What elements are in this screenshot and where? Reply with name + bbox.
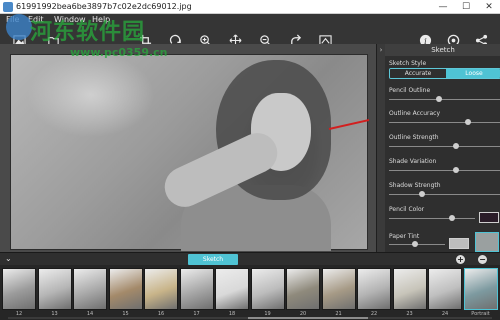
panel-collapse-button[interactable]: › [377, 44, 385, 252]
style-accurate-button[interactable]: Accurate [390, 69, 446, 78]
slider-thumb[interactable] [435, 96, 442, 102]
preset-thumbnail[interactable] [73, 268, 107, 310]
watermark-url: www.pc0359.cn [70, 46, 168, 59]
preset-thumbnail[interactable] [392, 268, 427, 310]
pencil-color-slider[interactable] [389, 215, 475, 221]
watermark-text: 河东软件园 [30, 20, 146, 45]
sketch-style-toggle: Accurate Loose [389, 68, 500, 79]
shadow-strength-slider[interactable] [389, 191, 500, 197]
add-preset-button[interactable]: + [456, 255, 465, 264]
panel-body: Sketch Style Accurate Loose Pencil Outli… [385, 44, 500, 252]
pencil-color-label: Pencil Color [389, 206, 425, 213]
maximize-button[interactable]: ☐ [455, 0, 477, 14]
preset-thumbnail[interactable] [215, 268, 249, 310]
shade-variation-slider[interactable] [389, 167, 500, 173]
preset-thumbnail[interactable] [144, 268, 178, 310]
remove-preset-button[interactable]: − [478, 255, 487, 264]
canvas-area[interactable] [0, 44, 376, 252]
sketch-style-label: Sketch Style [389, 60, 427, 67]
app-icon [3, 2, 13, 12]
pencil-outline-slider[interactable] [389, 96, 500, 102]
shade-variation-label: Shade Variation [389, 158, 437, 165]
pencil-outline-label: Pencil Outline [389, 87, 431, 94]
preset-thumbnail[interactable] [286, 268, 320, 310]
annotation-arrow [328, 118, 369, 130]
slider-thumb[interactable] [418, 191, 425, 197]
strip-collapse-button[interactable]: ⌄ [5, 253, 12, 265]
watermark-logo [6, 14, 32, 40]
tab-sketch[interactable]: Sketch [188, 254, 238, 265]
strip-header: ⌄ Sketch + − [0, 253, 500, 265]
outline-accuracy-slider[interactable] [389, 119, 500, 125]
preset-thumbnail[interactable] [357, 268, 391, 310]
pencil-color-swatch[interactable] [479, 212, 499, 223]
slider-thumb[interactable] [452, 167, 459, 173]
outline-strength-slider[interactable] [389, 143, 500, 149]
app-window: 61991992bea6be3897b7c02e2dc69012.jpg — ☐… [0, 0, 500, 320]
sketch-panel: › Sketch Sketch Style Accurate Loose Pen… [376, 44, 500, 252]
preset-thumbnail[interactable] [108, 268, 143, 310]
slider-thumb[interactable] [452, 143, 459, 149]
shadow-strength-label: Shadow Strength [389, 182, 441, 189]
paper-tint-swatch[interactable] [449, 238, 469, 249]
minimize-button[interactable]: — [432, 0, 454, 14]
paper-tint-label: Paper Tint [389, 233, 420, 240]
preset-thumbnail[interactable] [37, 268, 72, 310]
preset-thumbnail[interactable] [179, 268, 214, 310]
strip-scrollbar[interactable] [8, 317, 492, 319]
outline-accuracy-label: Outline Accuracy [389, 110, 441, 117]
preset-thumbnail[interactable] [321, 268, 356, 310]
preset-thumbnail[interactable] [2, 268, 36, 310]
paper-texture-swatch[interactable] [475, 232, 499, 252]
paper-tint-slider[interactable] [389, 241, 445, 247]
outline-strength-label: Outline Strength [389, 134, 439, 141]
close-button[interactable]: ✕ [478, 0, 500, 14]
slider-thumb[interactable] [465, 119, 472, 125]
preset-thumbnails: 12 13 14 15 16 17 18 19 20 21 22 23 24 Portrait [0, 266, 500, 320]
preset-strip: ⌄ Sketch + − 12 13 14 15 16 17 18 19 20 21 22 23 24 P… [0, 252, 500, 320]
slider-thumb[interactable] [411, 241, 418, 247]
preset-thumbnail[interactable] [463, 268, 498, 310]
sketch-preview-image[interactable] [10, 54, 369, 251]
preset-thumbnail[interactable] [428, 268, 462, 310]
preset-thumbnail[interactable] [250, 268, 285, 310]
title-bar: 61991992bea6be3897b7c02e2dc69012.jpg — ☐… [0, 0, 500, 14]
window-title: 61991992bea6be3897b7c02e2dc69012.jpg [16, 2, 192, 11]
style-loose-button[interactable]: Loose [446, 69, 500, 78]
scrollbar-knob[interactable] [248, 317, 368, 319]
slider-thumb[interactable] [449, 215, 455, 221]
